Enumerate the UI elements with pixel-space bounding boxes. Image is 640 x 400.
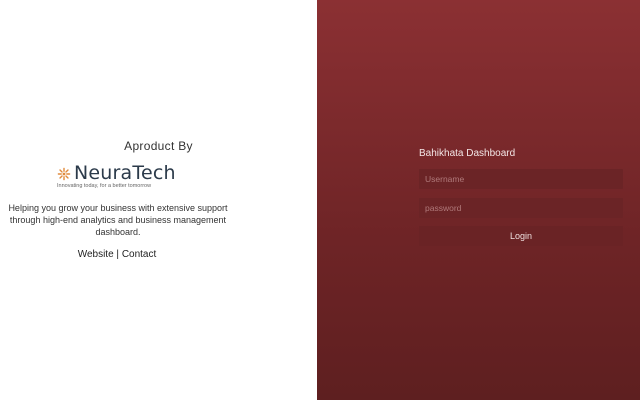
username-input[interactable] [419, 169, 623, 189]
website-link[interactable]: Website [78, 249, 114, 260]
neuratech-logo: NeuraTech Innovating today, for a better… [57, 162, 187, 194]
footer-links: Website | Contact [0, 249, 234, 260]
sun-flower-icon [57, 167, 71, 181]
login-title: Bahikhata Dashboard [419, 148, 516, 159]
login-panel: Bahikhata Dashboard Login [317, 0, 640, 400]
contact-link[interactable]: Contact [122, 249, 156, 260]
brand-name: NeuraTech [74, 162, 176, 184]
brand-description: Helping you grow your business with exte… [8, 203, 228, 237]
brand-panel: Aproduct By NeuraTech Innovating today, … [0, 0, 317, 400]
login-button[interactable]: Login [419, 226, 623, 246]
product-by-label: Aproduct By [124, 139, 193, 153]
brand-subtitle: Innovating today, for a better tomorrow [57, 183, 152, 189]
password-input[interactable] [419, 198, 623, 218]
link-separator: | [113, 249, 122, 260]
